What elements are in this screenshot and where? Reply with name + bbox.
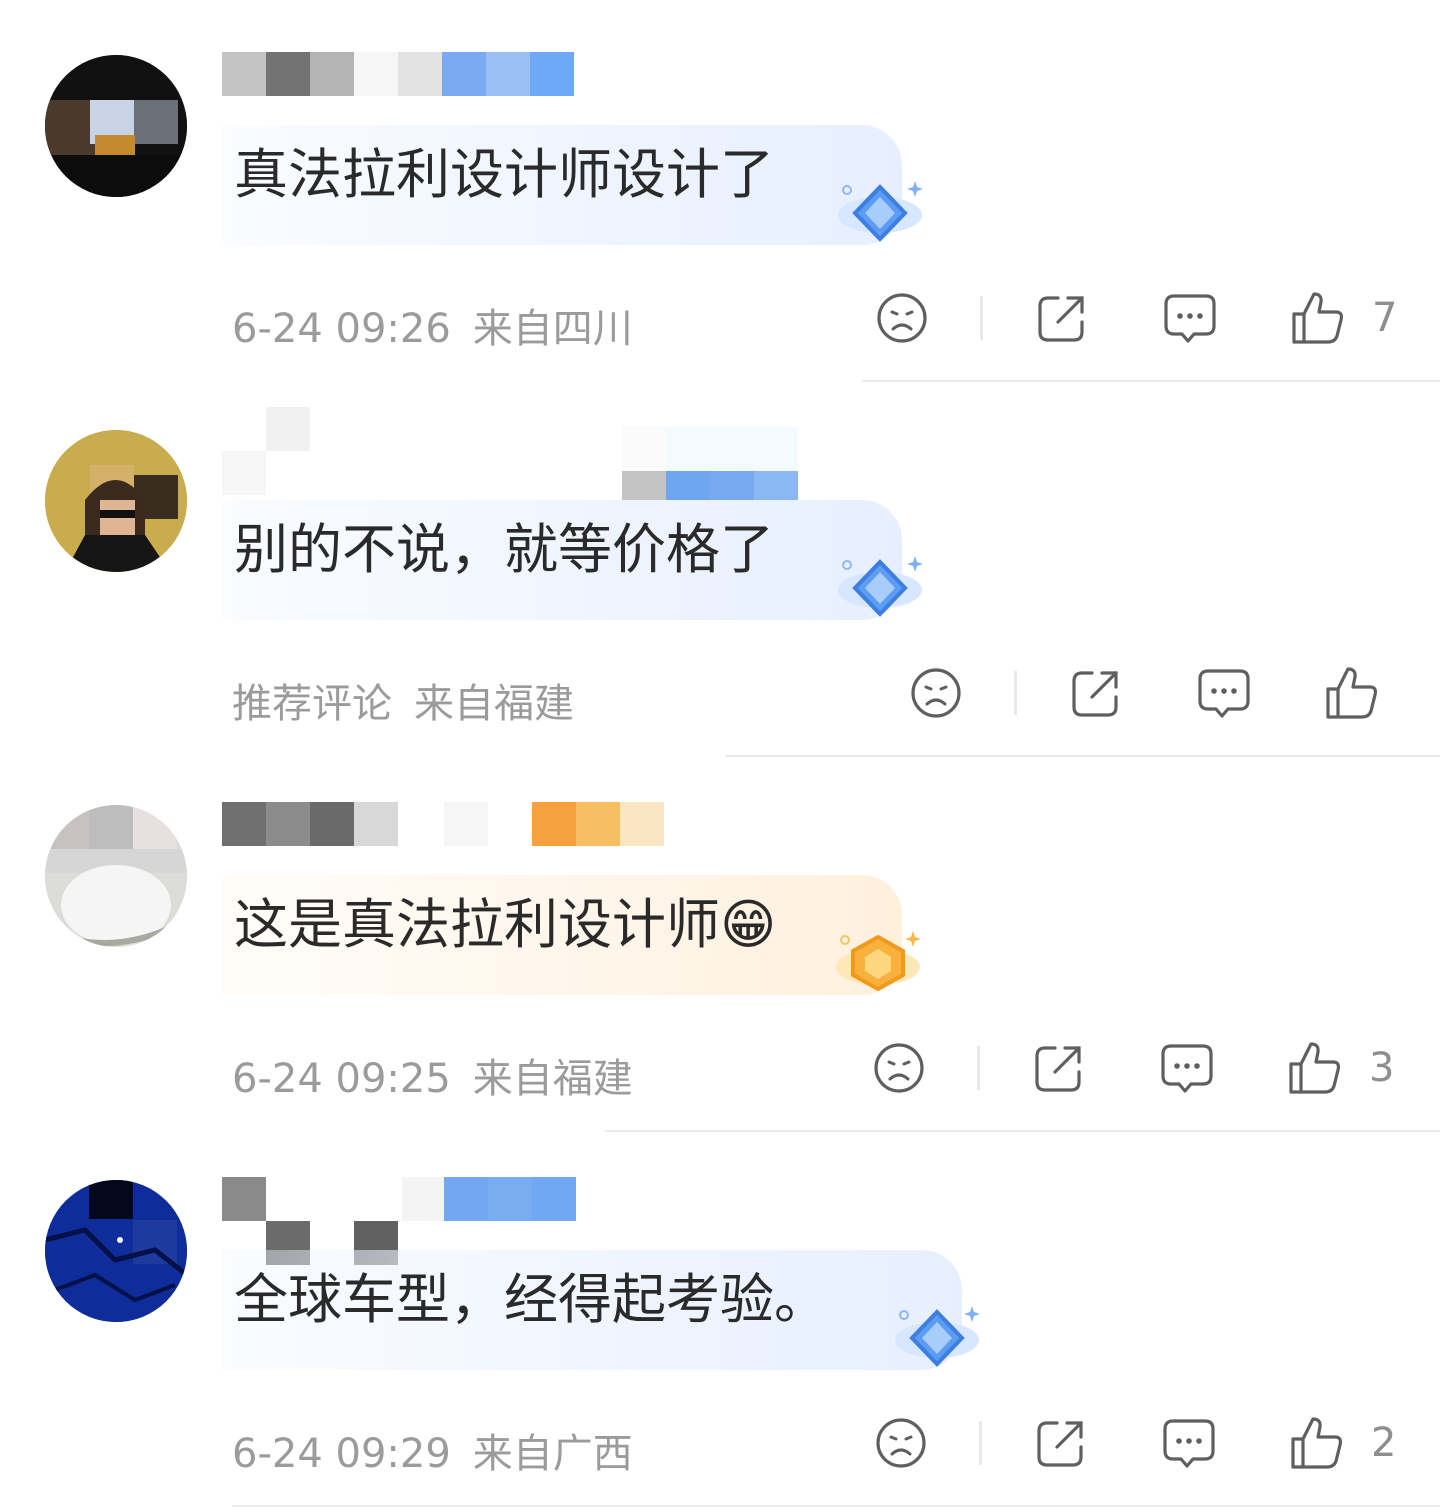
sad-face-icon	[876, 1418, 926, 1468]
share-button[interactable]	[1036, 288, 1088, 348]
comment-bubble-icon	[1164, 294, 1216, 343]
gold-badge-icon	[836, 931, 921, 992]
like-count: 3	[1369, 1045, 1395, 1091]
like-button[interactable]: 2	[1289, 1413, 1396, 1473]
share-icon	[1072, 671, 1118, 717]
avatar[interactable]	[45, 1180, 187, 1322]
thumbs-up-icon	[1289, 1042, 1341, 1094]
comment-bubble: 全球车型，经得起考验。	[222, 1250, 962, 1370]
comment-text: 真法拉利设计师设计了	[234, 143, 774, 206]
like-count: 7	[1372, 295, 1398, 341]
thumbs-up-icon	[1291, 1417, 1343, 1469]
reply-button[interactable]	[1162, 288, 1218, 348]
comment-bubble: 这是真法拉利设计师😁	[222, 875, 902, 995]
comment-item: 真法拉利设计师设计了 6-24 09:26 来自四川 7	[0, 0, 1440, 382]
comment-text: 别的不说，就等价格了	[234, 518, 774, 581]
reply-button[interactable]	[1196, 663, 1252, 723]
like-button[interactable]: 7	[1290, 288, 1397, 348]
dislike-button[interactable]	[873, 1038, 925, 1098]
comment-item: 这是真法拉利设计师😁 6-24 09:25 来自福建 3	[0, 750, 1440, 1132]
share-icon	[1035, 1046, 1081, 1092]
comment-text: 这是真法拉利设计师😁	[234, 893, 777, 956]
avatar[interactable]	[45, 55, 187, 197]
avatar-image	[45, 430, 187, 572]
comment-bubble: 真法拉利设计师设计了	[222, 125, 902, 245]
share-button[interactable]	[1035, 1413, 1087, 1473]
thumbs-up-icon	[1326, 667, 1378, 719]
reply-button[interactable]	[1159, 1038, 1215, 1098]
reply-button[interactable]	[1161, 1413, 1217, 1473]
share-icon	[1038, 296, 1084, 342]
comment-actions	[0, 663, 1440, 723]
diamond-badge-icon	[838, 181, 923, 242]
dislike-button[interactable]	[875, 1413, 927, 1473]
thumbs-up-icon	[1292, 292, 1344, 344]
comment-text: 全球车型，经得起考验。	[234, 1268, 828, 1331]
share-button[interactable]	[1070, 663, 1122, 723]
sad-face-icon	[874, 1043, 924, 1093]
diamond-badge-icon	[895, 1306, 980, 1367]
comment-bubble-icon	[1198, 669, 1250, 718]
comment-actions: 3	[0, 1038, 1440, 1098]
like-count: 2	[1371, 1420, 1397, 1466]
avatar-image	[45, 805, 187, 947]
diamond-badge-icon	[838, 556, 923, 617]
sad-face-icon	[911, 668, 961, 718]
avatar[interactable]	[45, 805, 187, 947]
share-icon	[1037, 1421, 1083, 1467]
dislike-button[interactable]	[910, 663, 962, 723]
like-button[interactable]	[1324, 663, 1406, 723]
divider	[232, 1505, 1440, 1507]
comment-bubble-icon	[1163, 1419, 1215, 1468]
avatar[interactable]	[45, 430, 187, 572]
comment-bubble-icon	[1161, 1044, 1213, 1093]
comment-item: 全球车型，经得起考验。 6-24 09:29 来自广西 2	[0, 1125, 1440, 1507]
avatar-image	[45, 1180, 187, 1322]
comment-bubble: 别的不说，就等价格了	[222, 500, 902, 620]
comment-actions: 7	[0, 288, 1440, 348]
sad-face-icon	[877, 293, 927, 343]
like-button[interactable]: 3	[1287, 1038, 1394, 1098]
share-button[interactable]	[1033, 1038, 1085, 1098]
avatar-image	[45, 55, 187, 197]
comment-item: 别的不说，就等价格了 推荐评论 来自福建	[0, 375, 1440, 757]
comment-actions: 2	[0, 1413, 1440, 1473]
dislike-button[interactable]	[876, 288, 928, 348]
